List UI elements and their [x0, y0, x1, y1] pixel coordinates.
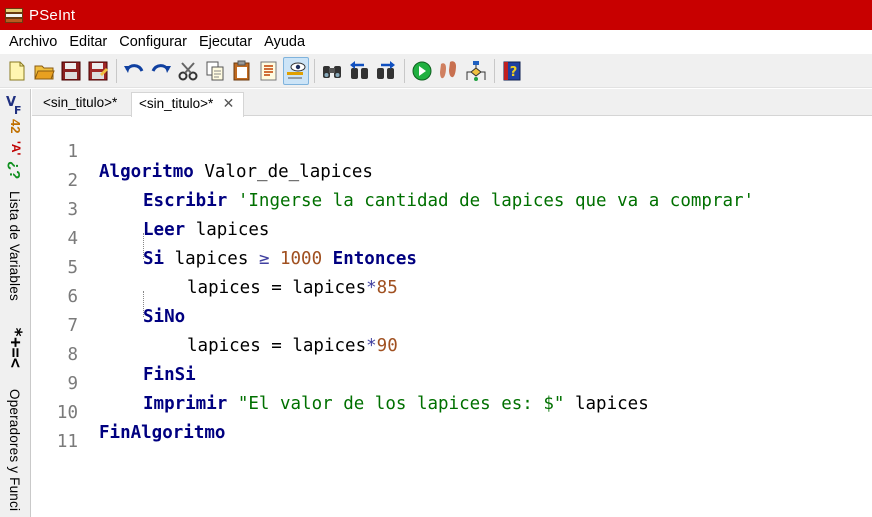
copy-button[interactable] — [202, 57, 228, 85]
find-previous-button[interactable] — [346, 57, 372, 85]
variables-list-tab[interactable]: Lista de Variables — [7, 191, 22, 301]
code-line: 5 lapices = lapices*85 — [32, 234, 872, 298]
code-line: 4 Si lapices ≥ 1000 Entonces — [32, 205, 872, 269]
boolean-vf-icon: VF — [6, 95, 22, 117]
question-icon: ¿? — [6, 161, 23, 180]
flowchart-icon — [466, 60, 486, 81]
find-prev-icon — [350, 60, 368, 79]
cut-button[interactable] — [175, 57, 201, 85]
pseint-app-icon — [5, 7, 23, 23]
side-panel: VF 42 'A' ¿? Lista de Variables *+=< Ope… — [0, 89, 31, 517]
menu-ayuda[interactable]: Ayuda — [258, 30, 311, 54]
find-next-icon — [377, 60, 395, 79]
flowchart-button[interactable] — [463, 57, 489, 85]
code-line: 2 Escribir 'Ingerse la cantidad de lapic… — [32, 147, 872, 211]
copy-icon — [206, 61, 224, 80]
tab-label: <sin_titulo>* — [43, 95, 118, 110]
cut-icon — [178, 61, 198, 80]
save-button[interactable] — [58, 57, 84, 85]
run-icon — [412, 61, 432, 80]
save-as-icon — [88, 61, 108, 80]
toolbar-separator — [314, 58, 315, 83]
redo-icon — [151, 63, 171, 73]
data-types-icon: 42 'A' — [8, 119, 23, 156]
code-editor[interactable]: 1 Algoritmo Valor_de_lapices 2 Escribir … — [32, 117, 872, 517]
help-button[interactable]: ? — [499, 57, 525, 85]
toolbar-separator — [494, 58, 495, 83]
select-all-button[interactable] — [256, 57, 282, 85]
menu-ejecutar[interactable]: Ejecutar — [193, 30, 258, 54]
run-button[interactable] — [409, 57, 435, 85]
new-file-icon — [9, 61, 25, 80]
tab-strip: <sin_titulo>* <sin_titulo>* ✕ — [32, 89, 872, 117]
svg-text:?: ? — [510, 65, 518, 80]
title-bar: PSeInt — [0, 0, 872, 30]
code-line: 8 FinSi — [32, 321, 872, 385]
save-icon — [61, 61, 81, 80]
undo-icon — [124, 63, 144, 73]
menu-bar: Archivo Editar Configurar Ejecutar Ayuda — [0, 30, 872, 54]
highlight-selection-button[interactable] — [283, 56, 309, 85]
code-line: 10 FinAlgoritmo — [32, 379, 872, 443]
tab-label: <sin_titulo>* — [139, 96, 214, 111]
code-line: 11 — [32, 408, 872, 452]
code-line: 7 lapices = lapices*90 — [32, 292, 872, 356]
tab-sin-titulo-1[interactable]: <sin_titulo>* — [36, 92, 124, 116]
code-line: 3 Leer lapices — [32, 176, 872, 240]
paste-icon — [233, 60, 250, 80]
undo-button[interactable] — [121, 57, 147, 85]
toolbar-separator — [404, 58, 405, 83]
redo-button[interactable] — [148, 57, 174, 85]
open-button[interactable] — [31, 57, 57, 85]
paste-button[interactable] — [229, 57, 255, 85]
line-number: 11 — [56, 432, 78, 452]
toolbar: ? — [0, 54, 872, 88]
select-all-icon — [260, 61, 277, 80]
new-file-button[interactable] — [4, 57, 30, 85]
close-icon[interactable]: ✕ — [223, 93, 235, 115]
open-folder-icon — [34, 65, 55, 79]
operators-functions-tab[interactable]: Operadores y Funci — [7, 389, 22, 511]
menu-editar[interactable]: Editar — [63, 30, 113, 54]
menu-configurar[interactable]: Configurar — [113, 30, 193, 54]
highlight-selection-icon — [287, 62, 306, 78]
find-icon — [323, 65, 341, 78]
menu-archivo[interactable]: Archivo — [3, 30, 63, 54]
code-line: 9 Imprimir "El valor de los lapices es: … — [32, 350, 872, 414]
step-by-step-button[interactable] — [436, 57, 462, 85]
window-title: PSeInt — [29, 6, 76, 24]
help-icon: ? — [503, 61, 521, 80]
code-line: 6 SiNo — [32, 263, 872, 327]
find-next-button[interactable] — [373, 57, 399, 85]
operators-icon: *+=< — [5, 327, 25, 368]
tab-sin-titulo-2[interactable]: <sin_titulo>* ✕ — [131, 92, 245, 117]
code-line: 1 Algoritmo Valor_de_lapices — [32, 118, 872, 182]
save-as-button[interactable] — [85, 57, 111, 85]
step-by-step-icon — [440, 60, 456, 78]
toolbar-separator — [116, 58, 117, 83]
find-button[interactable] — [319, 57, 345, 85]
